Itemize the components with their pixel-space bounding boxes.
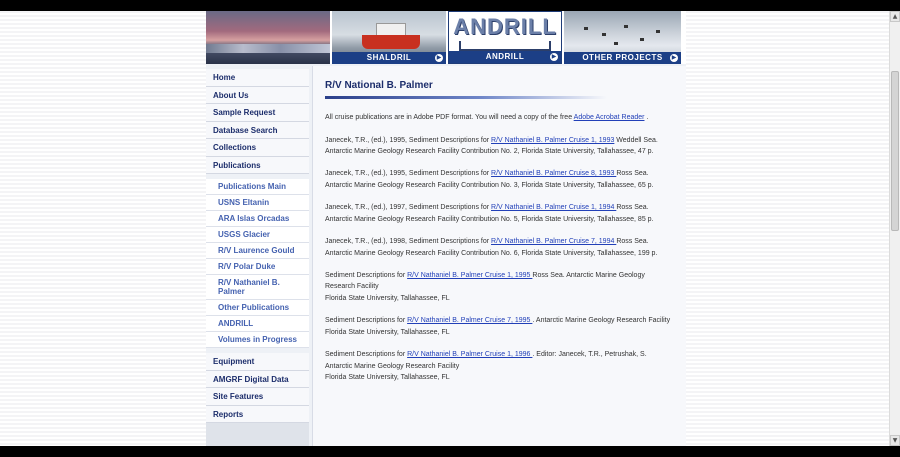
top-bar: [0, 0, 900, 11]
camp-marker: [656, 30, 660, 33]
sidebar-item-database-search[interactable]: Database Search: [206, 121, 309, 139]
pub-link-cruise-8-1993[interactable]: R/V Nathaniel B. Palmer Cruise 8, 1993: [491, 170, 616, 177]
arrow-right-icon: ▶: [435, 54, 443, 62]
sidebar-item-collections[interactable]: Collections: [206, 139, 309, 157]
ship-hull-image: [362, 35, 420, 49]
pub-details: . Antarctic Marine Geology Research Faci…: [532, 317, 671, 325]
sidebar-item-amgrf-digital-data[interactable]: AMGRF Digital Data: [206, 370, 309, 388]
camp-marker: [640, 38, 644, 41]
sidebar-subitem-polar-duke[interactable]: R/V Polar Duke: [206, 259, 309, 275]
camp-marker: [602, 33, 606, 36]
pub-publisher: Florida State University, Tallahassee, F…: [325, 373, 450, 381]
camp-marker: [584, 27, 588, 30]
sidebar-subitem-publications-main[interactable]: Publications Main: [206, 179, 309, 195]
bottom-bar: [0, 446, 900, 457]
pub-link-cruise-7-1994[interactable]: R/V Nathaniel B. Palmer Cruise 7, 1994: [491, 238, 616, 245]
intro-paragraph: All cruise publications are in Adobe PDF…: [325, 112, 675, 123]
publication-entry: Sediment Descriptions for R/V Nathaniel …: [325, 349, 675, 383]
andrill-link[interactable]: ANDRILL: [449, 51, 561, 63]
publication-entry: Janecek, T.R., (ed.), 1995, Sediment Des…: [325, 135, 675, 158]
pub-citation: Sediment Descriptions for: [325, 317, 408, 325]
intro-suffix: .: [644, 114, 649, 121]
sidebar-item-publications[interactable]: Publications: [206, 156, 309, 174]
publication-entry: Janecek, T.R., (ed.), 1995, Sediment Des…: [325, 168, 675, 191]
sidebar-subitem-andrill[interactable]: ANDRILL: [206, 316, 309, 332]
ice-shelf-image: [206, 44, 330, 53]
sidebar-item-site-features[interactable]: Site Features: [206, 388, 309, 406]
camp-marker: [614, 42, 618, 45]
sidebar-subitem-laurence-gould[interactable]: R/V Laurence Gould: [206, 243, 309, 259]
sidebar-subitem-volumes-in-progress[interactable]: Volumes in Progress: [206, 332, 309, 348]
vertical-scrollbar[interactable]: ▲ ▼: [889, 11, 900, 446]
sidebar-item-about-us[interactable]: About Us: [206, 86, 309, 104]
pub-link-cruise-1-1994[interactable]: R/V Nathaniel B. Palmer Cruise 1, 1994: [491, 204, 616, 211]
sidebar-item-reports[interactable]: Reports: [206, 405, 309, 423]
pub-link-cruise-1-1993[interactable]: R/V Nathaniel B. Palmer Cruise 1, 1993: [491, 137, 614, 144]
pub-citation: Sediment Descriptions for: [325, 351, 408, 359]
banner-sunset-photo: [206, 11, 330, 64]
andrill-logo-mark: [459, 41, 551, 51]
pub-citation: Janecek, T.R., (ed.), 1997, Sediment Des…: [325, 204, 492, 212]
shaldril-link[interactable]: SHALDRIL: [332, 52, 446, 64]
page-container: SHALDRIL ▶ ANDRILL ANDRILL ▶ OTHER PROJE…: [206, 11, 686, 457]
scroll-up-arrow-icon[interactable]: ▲: [890, 11, 900, 22]
pub-citation: Janecek, T.R., (ed.), 1995, Sediment Des…: [325, 136, 492, 144]
scroll-down-arrow-icon[interactable]: ▼: [890, 435, 900, 446]
publications-list: All cruise publications are in Adobe PDF…: [325, 112, 675, 394]
banner-andrill-tile[interactable]: ANDRILL ANDRILL ▶: [448, 11, 562, 64]
sidebar-subitem-nathaniel-b-palmer[interactable]: R/V Nathaniel B. Palmer: [206, 275, 309, 300]
main-content: R/V National B. Palmer All cruise public…: [312, 66, 686, 446]
sidebar-subitem-other-publications[interactable]: Other Publications: [206, 300, 309, 316]
banner-shaldril-tile[interactable]: SHALDRIL ▶: [332, 11, 446, 64]
other-projects-link[interactable]: OTHER PROJECTS: [564, 52, 681, 64]
sidebar-item-equipment[interactable]: Equipment: [206, 353, 309, 371]
page-title: R/V National B. Palmer: [325, 80, 433, 91]
banner-other-projects-tile[interactable]: OTHER PROJECTS ▶: [564, 11, 681, 64]
pub-citation: Janecek, T.R., (ed.), 1998, Sediment Des…: [325, 238, 492, 246]
pub-link-cruise-7-1995[interactable]: R/V Nathaniel B. Palmer Cruise 7, 1995: [407, 317, 532, 324]
scrollbar-thumb[interactable]: [891, 71, 899, 231]
publication-entry: Janecek, T.R., (ed.), 1997, Sediment Des…: [325, 202, 675, 225]
sidebar-item-sample-request[interactable]: Sample Request: [206, 104, 309, 122]
arrow-right-icon: ▶: [550, 53, 558, 61]
intro-text: All cruise publications are in Adobe PDF…: [325, 114, 574, 121]
sidebar-subitem-ara-islas-orcadas[interactable]: ARA Islas Orcadas: [206, 211, 309, 227]
pub-publisher: Florida State University, Tallahassee, F…: [325, 294, 450, 302]
arrow-right-icon: ▶: [670, 54, 678, 62]
camp-marker: [624, 25, 628, 28]
sidebar-nav: Home About Us Sample Request Database Se…: [206, 69, 309, 457]
pub-citation: Sediment Descriptions for: [325, 272, 408, 280]
publication-entry: Sediment Descriptions for R/V Nathaniel …: [325, 315, 675, 338]
adobe-acrobat-link[interactable]: Adobe Acrobat Reader: [574, 114, 645, 121]
publication-entry: Janecek, T.R., (ed.), 1998, Sediment Des…: [325, 236, 675, 259]
pub-link-cruise-1-1996[interactable]: R/V Nathaniel B. Palmer Cruise 1, 1996: [407, 351, 532, 358]
sidebar-subitem-usgs-glacier[interactable]: USGS Glacier: [206, 227, 309, 243]
header-banner: SHALDRIL ▶ ANDRILL ANDRILL ▶ OTHER PROJE…: [206, 11, 686, 64]
andrill-logo: ANDRILL: [453, 14, 557, 39]
title-underline: [325, 96, 607, 99]
pub-citation: Janecek, T.R., (ed.), 1995, Sediment Des…: [325, 170, 492, 178]
sidebar-item-home[interactable]: Home: [206, 69, 309, 87]
sidebar-subitem-usns-eltanin[interactable]: USNS Eltanin: [206, 195, 309, 211]
publication-entry: Sediment Descriptions for R/V Nathaniel …: [325, 270, 675, 304]
pub-link-cruise-1-1995[interactable]: R/V Nathaniel B. Palmer Cruise 1, 1995: [407, 272, 532, 279]
pub-publisher: Florida State University, Tallahassee, F…: [325, 328, 450, 336]
